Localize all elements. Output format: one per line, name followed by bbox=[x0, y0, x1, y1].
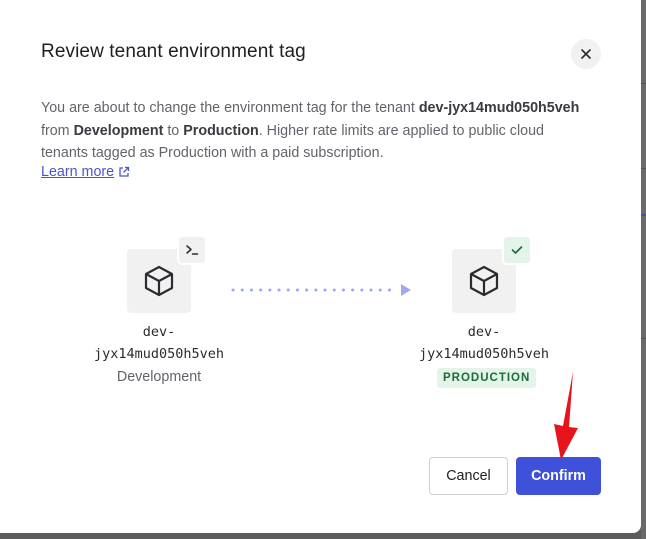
description-intro: You are about to change the environment … bbox=[41, 100, 419, 116]
learn-more-link[interactable]: Learn more bbox=[41, 164, 130, 180]
dialog-description: You are about to change the environment … bbox=[41, 97, 581, 165]
description-from: from bbox=[41, 122, 74, 139]
to-environment: Production bbox=[183, 122, 259, 139]
cube-icon bbox=[144, 265, 174, 297]
terminal-icon bbox=[186, 245, 199, 255]
target-tenant-name: dev- jyx14mud050h5veh bbox=[384, 321, 584, 365]
annotation-arrow bbox=[554, 372, 578, 460]
source-name-line1: dev- bbox=[142, 324, 176, 340]
cancel-button[interactable]: Cancel bbox=[429, 457, 508, 495]
source-name-line2: jyx14mud050h5veh bbox=[93, 346, 225, 362]
backdrop-divider bbox=[641, 338, 646, 339]
production-tag: PRODUCTION bbox=[437, 368, 537, 388]
tenant-name: dev-jyx14mud050h5veh bbox=[418, 100, 580, 116]
target-name-line2: jyx14mud050h5veh bbox=[418, 346, 550, 362]
transition-arrow bbox=[231, 284, 411, 296]
backdrop-divider bbox=[641, 214, 646, 216]
development-badge bbox=[177, 235, 207, 265]
backdrop-divider bbox=[641, 83, 646, 84]
review-tag-dialog: Review tenant environment tag You are ab… bbox=[0, 0, 641, 533]
production-badge bbox=[502, 235, 532, 265]
close-icon bbox=[581, 49, 591, 59]
dialog-title: Review tenant environment tag bbox=[41, 41, 306, 62]
learn-more-label: Learn more bbox=[41, 164, 115, 180]
arrow-head-icon bbox=[401, 284, 411, 296]
description-to: to bbox=[163, 122, 184, 139]
backdrop bbox=[641, 0, 646, 539]
external-link-icon bbox=[119, 166, 130, 177]
close-button[interactable] bbox=[571, 39, 601, 69]
check-icon bbox=[511, 246, 523, 254]
backdrop-divider bbox=[641, 168, 646, 169]
from-environment: Development bbox=[73, 122, 164, 139]
cube-icon bbox=[469, 265, 499, 297]
target-name-line1: dev- bbox=[467, 324, 501, 340]
source-environment: Development bbox=[116, 369, 202, 385]
source-tenant-name: dev- jyx14mud050h5veh bbox=[59, 321, 259, 365]
